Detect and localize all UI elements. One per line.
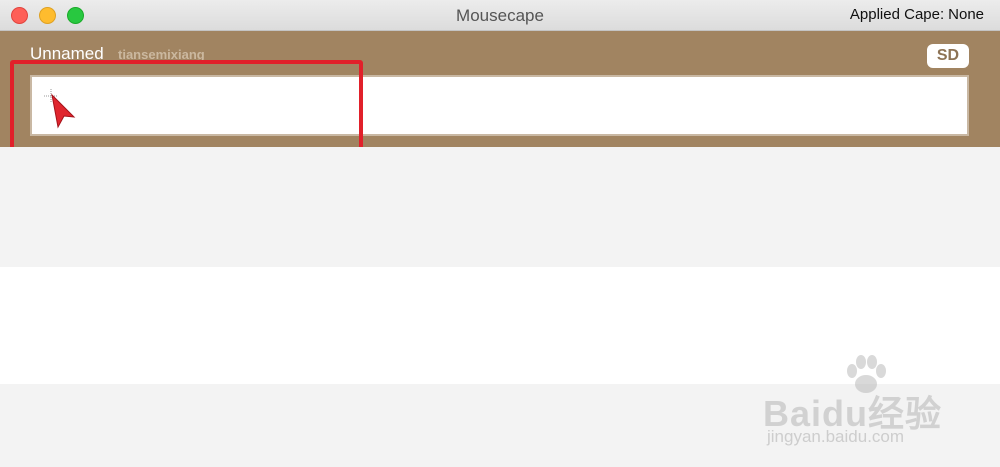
cursor-preview: [30, 75, 969, 136]
pointer-arrow-icon: [42, 87, 82, 136]
list-row-empty: [0, 384, 1000, 467]
list-row-empty: [0, 267, 1000, 384]
list-row-empty: [0, 147, 1000, 267]
cape-list-item-selected[interactable]: Unnamed tiansemixiang SD: [0, 31, 1000, 147]
applied-cape-status: Applied Cape: None: [850, 6, 984, 23]
applied-cape-label: Applied Cape:: [849, 6, 945, 23]
cape-author: tiansemixiang: [118, 47, 205, 62]
title-bar: Mousecape Applied Cape: None: [0, 0, 1000, 31]
cape-name: Unnamed: [30, 44, 104, 63]
resolution-badge: SD: [927, 44, 969, 68]
applied-cape-value: None: [948, 6, 984, 23]
